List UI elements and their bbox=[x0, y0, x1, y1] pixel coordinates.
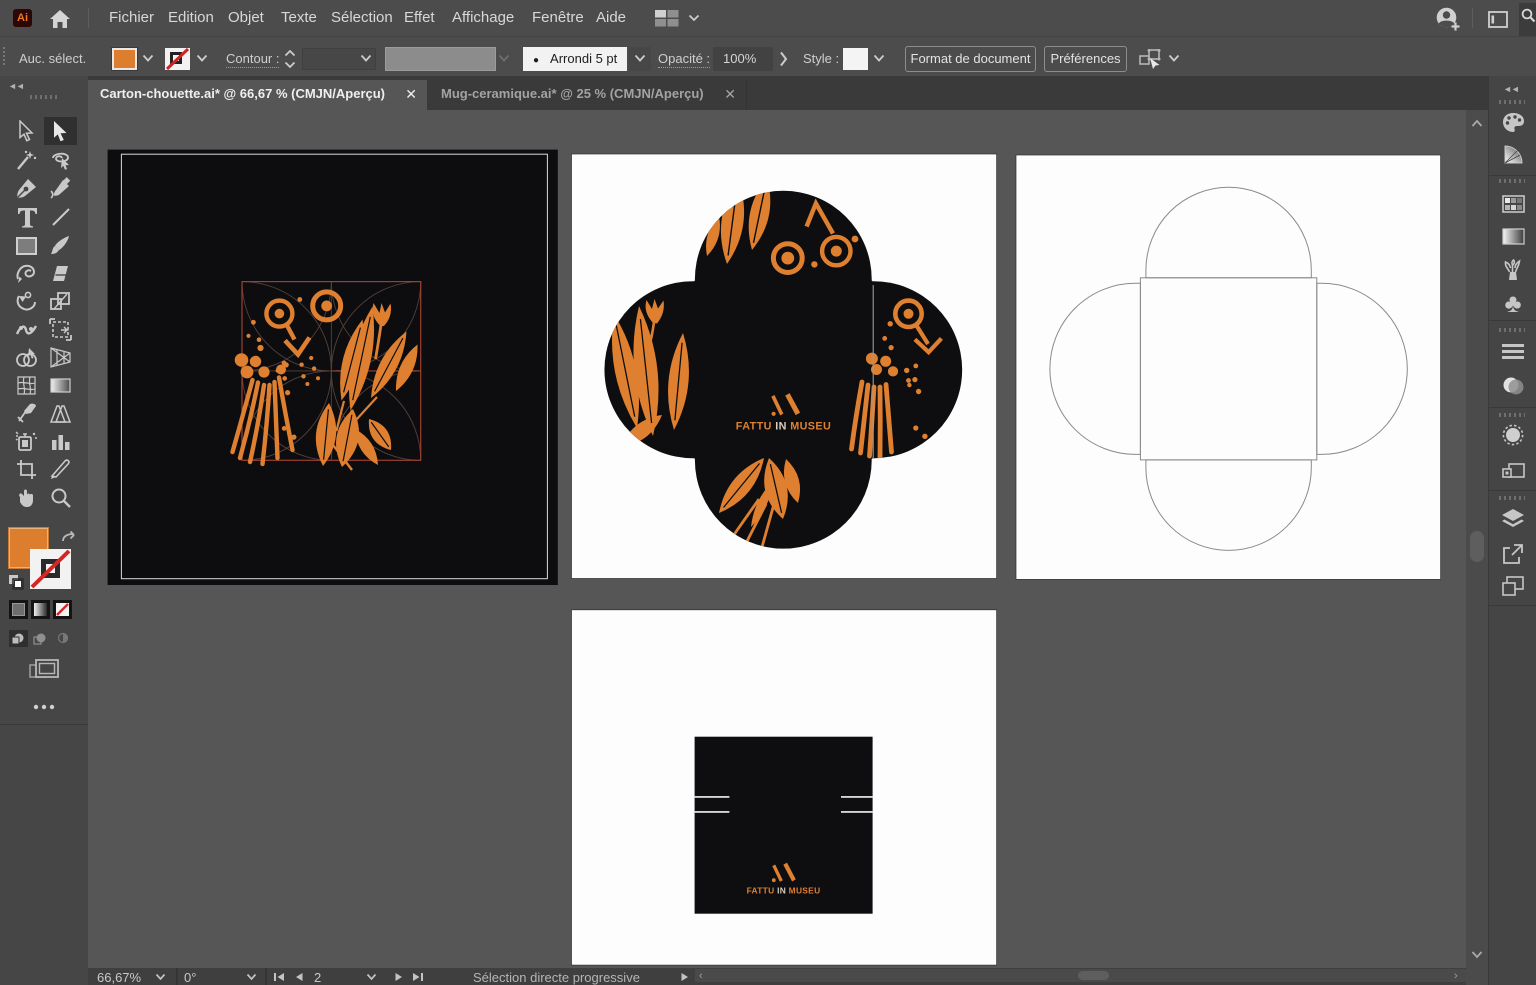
svg-text:FATTU IN MUSEU: FATTU IN MUSEU bbox=[747, 886, 821, 896]
svg-text:FATTU IN MUSEU: FATTU IN MUSEU bbox=[736, 421, 831, 433]
